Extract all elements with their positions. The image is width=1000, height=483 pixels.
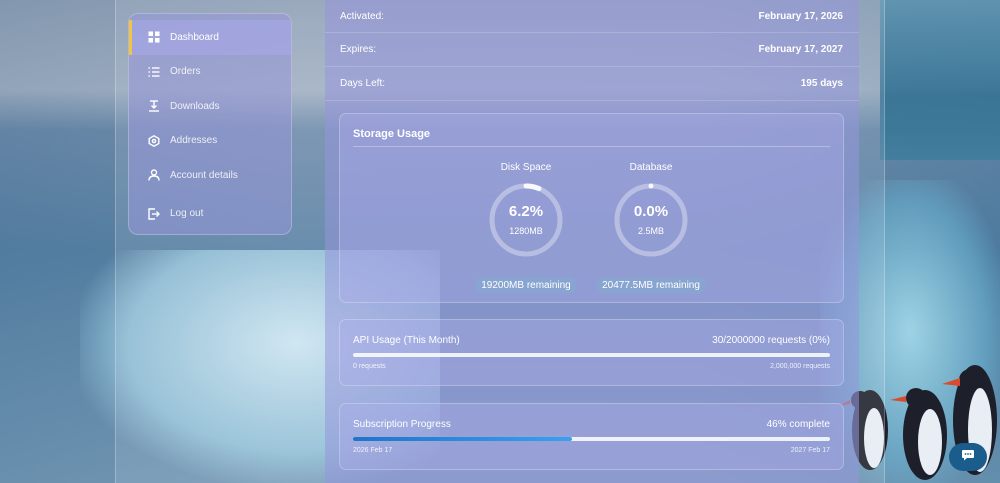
storage-usage-card: Storage Usage Disk Space 6.2% 1280MB 192… [339, 113, 844, 303]
api-usage-card: API Usage (This Month) 30/2000000 reques… [339, 319, 844, 386]
api-usage-summary: 30/2000000 requests (0%) [712, 335, 830, 346]
database-label: Database [629, 162, 673, 173]
days-left-value: 195 days [800, 78, 843, 89]
days-left-label: Days Left: [340, 78, 386, 89]
sidebar-item-account-details[interactable]: Account details [129, 158, 291, 193]
subscription-end-label: 2027 Feb 17 [790, 447, 830, 454]
storage-divider [353, 146, 830, 147]
activated-value: February 17, 2026 [758, 10, 844, 22]
subscription-progress-title: Subscription Progress [353, 419, 451, 430]
account-sidebar: Dashboard Orders Downloads Addresses Acc… [128, 13, 292, 235]
api-usage-progress-bar [353, 353, 830, 357]
expires-row: Expires: February 17, 2027 [325, 33, 859, 67]
grid-icon [147, 30, 161, 44]
api-usage-min-label: 0 requests [353, 363, 386, 370]
location-icon [147, 134, 161, 148]
sidebar-item-addresses[interactable]: Addresses [129, 124, 291, 159]
database-percent: 0.0% [633, 203, 669, 220]
subscription-progress-fill [353, 437, 573, 441]
storage-title: Storage Usage [353, 128, 431, 140]
user-icon [147, 168, 161, 182]
days-left-row: Days Left: 195 days [325, 67, 859, 101]
sidebar-item-label: Account details [170, 169, 238, 181]
database-remaining: 20477.5MB remaining [596, 277, 706, 294]
chat-bubble-icon [961, 448, 975, 467]
dashboard-main: Activated: February 17, 2026 Expires: Fe… [325, 0, 859, 483]
sidebar-item-downloads[interactable]: Downloads [129, 89, 291, 124]
subscription-progress-summary: 46% complete [766, 419, 830, 430]
database-gauge: Database 0.0% 2.5MB 20477.5MB remaining [576, 162, 726, 294]
api-usage-max-label: 2,000,000 requests [770, 363, 830, 370]
sidebar-item-label: Dashboard [170, 31, 219, 43]
subscription-progress-bar [353, 437, 830, 441]
sidebar-item-label: Addresses [170, 135, 218, 147]
sidebar-item-logout[interactable]: Log out [129, 197, 291, 232]
background-glacier [880, 0, 1000, 160]
sidebar-item-orders[interactable]: Orders [129, 55, 291, 90]
sidebar-item-label: Log out [170, 208, 204, 220]
sidebar-item-label: Downloads [170, 100, 220, 112]
download-icon [147, 99, 161, 113]
api-usage-title: API Usage (This Month) [353, 335, 460, 346]
logout-icon [147, 207, 161, 221]
subscription-start-label: 2026 Feb 17 [353, 447, 393, 454]
disk-space-used: 1280MB [509, 226, 543, 236]
database-ring: 0.0% 2.5MB [612, 181, 690, 259]
chat-button[interactable] [949, 443, 987, 471]
subscription-progress-card: Subscription Progress 46% complete 2026 … [339, 403, 844, 470]
expires-value: February 17, 2027 [758, 44, 844, 55]
expires-label: Expires: [340, 44, 377, 55]
list-icon [147, 65, 161, 79]
disk-space-percent: 6.2% [508, 203, 544, 220]
database-used: 2.5MB [637, 226, 664, 236]
disk-space-ring: 6.2% 1280MB [487, 181, 565, 259]
sidebar-item-dashboard[interactable]: Dashboard [129, 20, 291, 55]
sidebar-item-label: Orders [170, 66, 201, 78]
activated-row: Activated: February 17, 2026 [325, 0, 859, 33]
activated-label: Activated: [340, 10, 384, 22]
disk-space-remaining: 19200MB remaining [475, 277, 577, 294]
